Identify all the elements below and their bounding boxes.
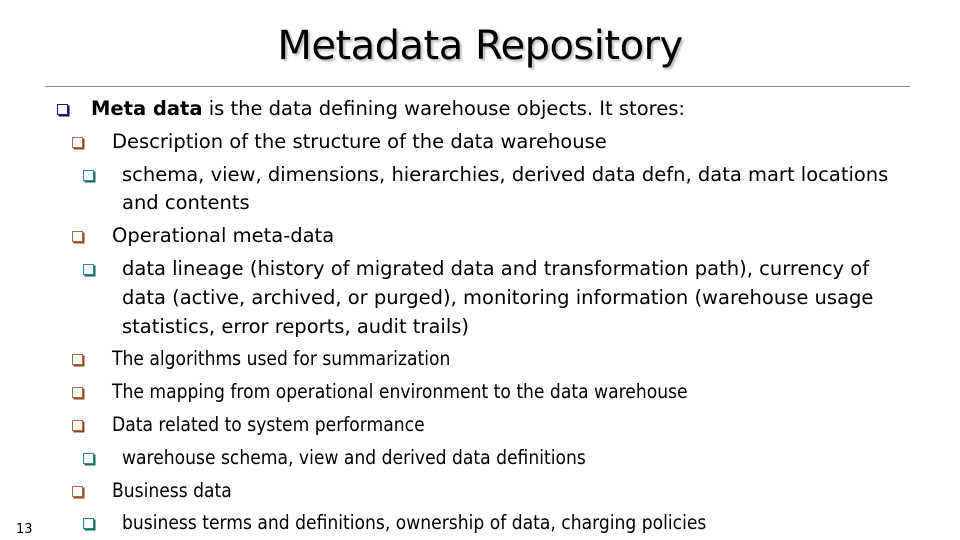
bullet-item-lineage-line-1: data lineage (history of migrated data a…: [122, 257, 870, 280]
square-bullet-icon: [57, 104, 68, 115]
square-bullet-icon: [83, 518, 94, 529]
bullet-item-business-terms: business terms and definitions, ownershi…: [122, 511, 707, 534]
slide-title: Metadata Repository: [277, 23, 683, 69]
bullet-item-business-data: Business data: [112, 479, 232, 502]
square-bullet-icon: [72, 387, 83, 398]
square-bullet-icon: [72, 231, 83, 242]
bullet-item-lineage-line-2: data (active, archived, or purged), moni…: [122, 286, 874, 309]
square-bullet-icon: [72, 354, 83, 365]
bold-term: Meta data: [91, 97, 203, 120]
square-bullet-icon: [83, 170, 94, 181]
slide-number: 13: [16, 522, 33, 537]
bullet-item-meta-data: Meta data is the data defining warehouse…: [91, 95, 685, 123]
square-bullet-icon: [72, 420, 83, 431]
title-divider: [45, 86, 910, 87]
square-bullet-icon: [72, 486, 83, 497]
bullet-item-mapping: The mapping from operational environment…: [112, 380, 688, 403]
square-bullet-icon: [83, 264, 94, 275]
bullet-item-algorithms: The algorithms used for summarization: [112, 347, 451, 370]
bullet-item-system-performance: Data related to system performance: [112, 413, 425, 436]
square-bullet-icon: [72, 137, 83, 148]
bullet-item-structure-description: Description of the structure of the data…: [112, 130, 607, 153]
square-bullet-icon: [83, 453, 94, 464]
bullet-item-lineage-line-3: statistics, error reports, audit trails): [122, 315, 470, 338]
bullet-item-schema-line-2: and contents: [122, 191, 250, 214]
bullet-item-operational-metadata: Operational meta-data: [112, 224, 335, 247]
bullet-text: is the data defining warehouse objects. …: [202, 97, 685, 120]
bullet-item-warehouse-schema: warehouse schema, view and derived data …: [122, 446, 586, 469]
bullet-item-schema-line-1: schema, view, dimensions, hierarchies, d…: [122, 163, 889, 186]
